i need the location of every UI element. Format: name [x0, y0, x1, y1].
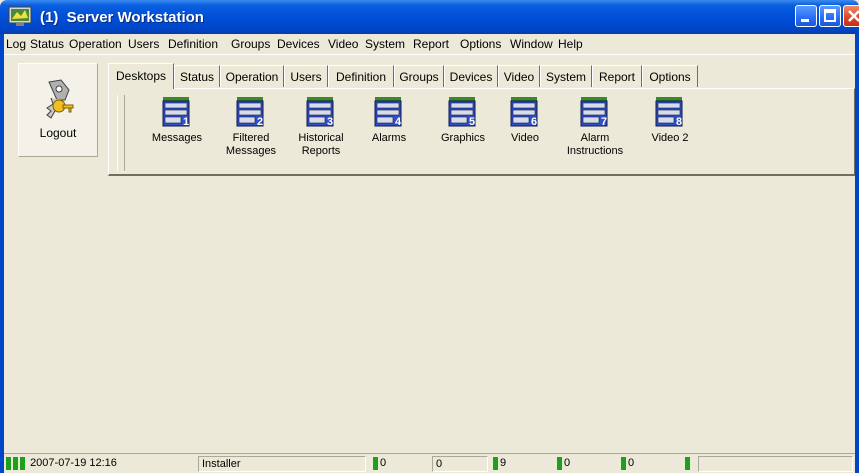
- tab-report[interactable]: Report: [592, 65, 642, 87]
- desktop-number: 2: [257, 116, 263, 128]
- desktop-button-7[interactable]: 7 Alarm Instructions: [555, 96, 635, 176]
- status-counter-1: 0: [370, 456, 430, 472]
- desktop-button-1[interactable]: 1 Messages: [137, 96, 217, 176]
- tab-operation[interactable]: Operation: [220, 65, 284, 87]
- menu-groups[interactable]: Groups: [231, 37, 270, 51]
- status-counter-3: 9: [490, 456, 550, 472]
- desktop-label: Messages: [151, 132, 203, 144]
- desktop-icon: 5: [448, 97, 476, 128]
- desktop-icon: 1: [162, 97, 190, 128]
- tab-definition[interactable]: Definition: [328, 65, 394, 87]
- menu-devices[interactable]: Devices: [277, 37, 320, 51]
- status-counter-2: 0: [432, 456, 488, 472]
- logout-button[interactable]: Logout: [18, 63, 98, 157]
- desktop-button-2[interactable]: 2 Filtered Messages: [211, 96, 291, 176]
- desktop-number: 3: [327, 116, 333, 128]
- desktop-label: Video 2: [651, 132, 689, 144]
- desktop-number: 8: [676, 116, 682, 128]
- desktop-number: 7: [601, 116, 607, 128]
- status-led: [685, 457, 690, 470]
- menu-system[interactable]: System: [365, 37, 405, 51]
- desktop-button-6[interactable]: 6 Video: [485, 96, 565, 176]
- menu-report[interactable]: Report: [413, 37, 449, 51]
- status-indicator: [682, 456, 696, 472]
- workspace-area[interactable]: [4, 180, 855, 453]
- desktop-icon: 2: [236, 97, 264, 128]
- menu-bar: Log Status Operation Users Definition Gr…: [0, 34, 859, 54]
- menu-users[interactable]: Users: [128, 37, 159, 51]
- desktop-label: Alarm Instructions: [566, 132, 624, 157]
- status-bar: 2007-07-19 12:16 Installer 0 0 9 0 0: [4, 453, 855, 473]
- tab-status[interactable]: Status: [174, 65, 220, 87]
- desktop-icon: 3: [306, 97, 334, 128]
- close-icon: [848, 10, 859, 22]
- menu-status[interactable]: Status: [30, 37, 64, 51]
- status-led: [6, 457, 11, 470]
- counter-4-value: 0: [564, 457, 571, 469]
- menu-video[interactable]: Video: [328, 37, 358, 51]
- status-led: [20, 457, 25, 470]
- desktops-panel: 1 Messages 2 Filtered Messages 3 Historical Rep…: [108, 88, 855, 176]
- minimize-icon: [801, 19, 809, 22]
- status-datetime: 2007-07-19 12:16: [4, 456, 194, 472]
- tab-system[interactable]: System: [540, 65, 592, 87]
- tab-groups[interactable]: Groups: [394, 65, 444, 87]
- window-title: (1) Server Workstation: [40, 9, 204, 26]
- close-button[interactable]: [843, 5, 859, 27]
- tab-video[interactable]: Video: [498, 65, 540, 87]
- title-bar[interactable]: (1) Server Workstation: [0, 0, 859, 34]
- logout-label: Logout: [39, 126, 77, 140]
- desktop-label: Video: [511, 132, 539, 144]
- desktop-number: 4: [395, 116, 402, 128]
- maximize-icon: [824, 9, 836, 22]
- menu-window[interactable]: Window: [510, 37, 553, 51]
- desktop-button-4[interactable]: 4 Alarms: [349, 96, 429, 176]
- status-led: [493, 457, 498, 470]
- key-icon: [46, 79, 74, 119]
- menu-log[interactable]: Log: [6, 37, 26, 51]
- counter-2-value: 0: [436, 458, 443, 470]
- desktop-label: Filtered Messages: [225, 132, 277, 157]
- app-icon: [8, 6, 32, 26]
- desktop-button-8[interactable]: 8 Video 2: [630, 96, 710, 176]
- menu-definition[interactable]: Definition: [168, 37, 218, 51]
- status-led: [13, 457, 18, 470]
- menu-help[interactable]: Help: [558, 37, 583, 51]
- tab-devices[interactable]: Devices: [444, 65, 498, 87]
- counter-1-value: 0: [380, 457, 387, 469]
- status-led: [557, 457, 562, 470]
- desktop-icon: 4: [374, 97, 402, 128]
- status-led: [373, 457, 378, 470]
- tab-users[interactable]: Users: [284, 65, 328, 87]
- status-led: [621, 457, 626, 470]
- desktop-number: 1: [183, 116, 189, 128]
- tab-desktops[interactable]: Desktops: [108, 63, 174, 89]
- toolbar-grip[interactable]: [117, 95, 125, 171]
- tab-options[interactable]: Options: [642, 65, 698, 87]
- status-counter-5: 0: [618, 456, 678, 472]
- status-empty-field: [698, 456, 853, 472]
- counter-5-value: 0: [628, 457, 635, 469]
- menu-operation[interactable]: Operation: [69, 37, 122, 51]
- toolbar: Logout Desktops Status Operation Users D…: [4, 54, 855, 179]
- desktop-number: 5: [469, 116, 475, 128]
- maximize-button[interactable]: [819, 5, 841, 27]
- desktop-number: 6: [531, 116, 537, 128]
- menu-options[interactable]: Options: [460, 37, 501, 51]
- desktop-icon: 6: [510, 97, 538, 128]
- user-text: Installer: [202, 458, 241, 470]
- status-user: Installer: [198, 456, 366, 472]
- desktop-icon: 8: [655, 97, 683, 128]
- minimize-button[interactable]: [795, 5, 817, 27]
- desktop-label: Alarms: [371, 132, 407, 144]
- desktop-icon: 7: [580, 97, 608, 128]
- datetime-text: 2007-07-19 12:16: [30, 457, 117, 469]
- counter-3-value: 9: [500, 457, 507, 469]
- status-counter-4: 0: [554, 456, 614, 472]
- window-frame-right: [855, 54, 859, 473]
